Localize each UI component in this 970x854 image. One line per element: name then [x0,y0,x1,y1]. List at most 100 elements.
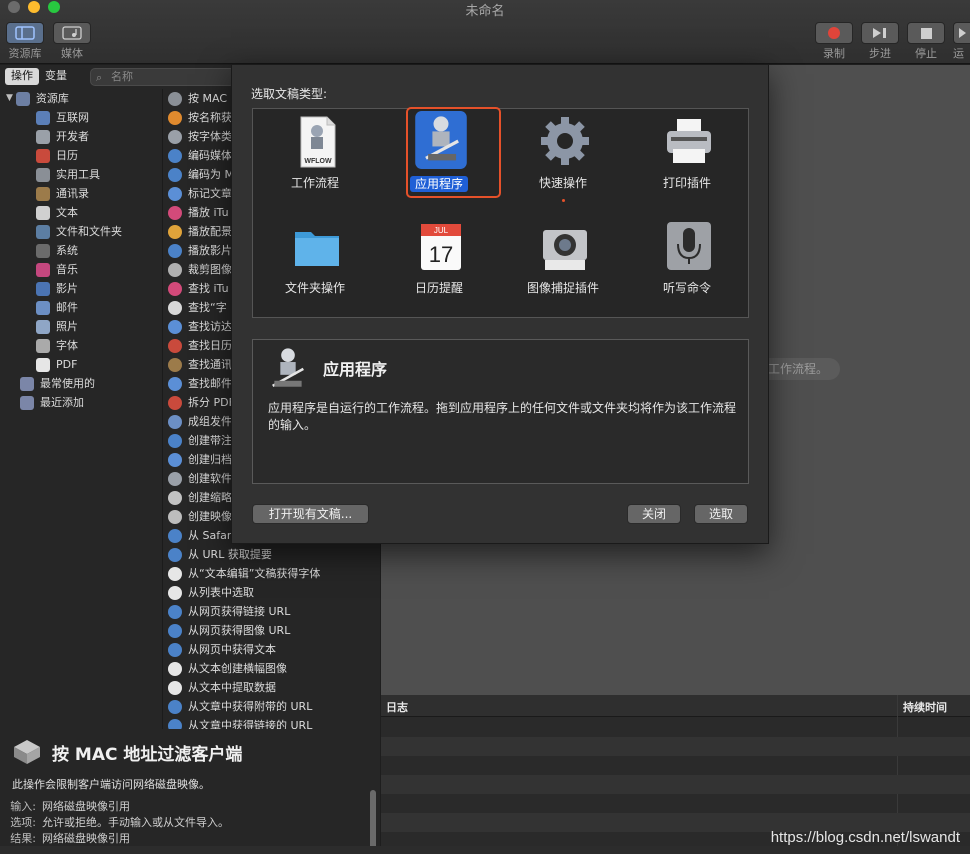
action-item[interactable]: 从文本创建横幅图像 [168,659,287,678]
field-key: 选项: [10,816,36,829]
printer-icon [667,119,711,163]
category-item[interactable]: 照片 [36,317,78,336]
category-label: 文本 [56,206,78,219]
category-item[interactable]: PDF [36,355,77,374]
type-calendar-alarm[interactable]: JUL 17 日历提醒 [377,214,501,318]
action-icon [168,661,182,676]
type-folder-action[interactable]: 文件夹操作 [253,214,377,318]
choose-button[interactable]: 选取 [694,504,748,524]
smart-folder-icon [20,395,34,410]
action-item[interactable]: 编码为 M [168,165,234,184]
action-item[interactable]: 成组发件 [168,412,232,431]
action-item[interactable]: 标记文章 [168,184,232,203]
action-item[interactable]: 编码媒体 [168,146,232,165]
action-item[interactable]: 创建归档 [168,450,232,469]
action-item[interactable]: 创建带注 [168,431,232,450]
category-item[interactable]: 影片 [36,279,78,298]
action-icon [168,338,182,353]
type-application[interactable]: 应用程序 [377,107,501,213]
action-item[interactable]: 按字体类 [168,127,232,146]
type-image-capture-plugin[interactable]: 图像捕捉插件 [501,214,625,318]
type-label: 图像捕捉插件 [526,281,599,295]
step-icon [873,28,886,38]
action-item[interactable]: 按 MAC [168,89,227,108]
category-item[interactable]: 文本 [36,203,78,222]
smart-group-recently-added[interactable]: 最近添加 [20,393,84,412]
category-item[interactable]: 实用工具 [36,165,100,184]
category-item[interactable]: 通讯录 [36,184,89,203]
action-item[interactable]: 播放 iTu [168,203,229,222]
action-item[interactable]: 播放配景 [168,222,232,241]
action-item[interactable]: 查找“字 [168,298,227,317]
type-dictation-command[interactable]: 听写命令 [625,214,749,318]
action-item[interactable]: 查找日历 [168,336,232,355]
action-item[interactable]: 创建映像 [168,507,232,526]
category-label: 照片 [56,320,78,333]
music-icon [36,262,50,277]
action-item[interactable]: 播放影片 [168,241,232,260]
close-button[interactable]: 关闭 [627,504,681,524]
action-item[interactable]: 从文本中提取数据 [168,678,276,697]
type-label: 快速操作 [538,176,587,190]
category-item[interactable]: 日历 [36,146,78,165]
action-item[interactable]: 从 Safar [168,526,231,545]
tab-actions[interactable]: 操作 [5,68,39,85]
library-scrollbar-thumb[interactable] [370,790,376,854]
action-item[interactable]: 从列表中选取 [168,583,254,602]
open-existing-document-button[interactable]: 打开现有文稿... [252,504,369,524]
action-item[interactable]: 创建缩略 [168,488,232,507]
action-label: 查找访达 [188,320,232,333]
type-quick-action[interactable]: 快速操作 [501,109,625,213]
log-column-header[interactable]: 日志 [386,699,408,715]
action-item[interactable]: 从网页获得链接 URL [168,602,290,621]
library-toolbar-button[interactable] [6,22,44,44]
action-item[interactable]: 按名称获 [168,108,232,127]
category-item[interactable]: 系统 [36,241,78,260]
run-icon [958,28,966,38]
action-item[interactable]: 查找 iTu [168,279,229,298]
action-item[interactable]: 从网页中获得文本 [168,640,276,659]
record-button[interactable] [815,22,853,44]
category-item[interactable]: 开发者 [36,127,89,146]
action-item[interactable]: 创建软件 [168,469,232,488]
type-workflow[interactable]: WFLOW 工作流程 [253,109,377,213]
category-item[interactable]: 字体 [36,336,78,355]
action-item[interactable]: 从“文本编辑”文稿获得字体 [168,564,320,583]
type-label: 工作流程 [290,176,339,190]
action-item[interactable]: 从文章中获得附带的 URL [168,697,312,716]
type-label: 文件夹操作 [284,281,345,295]
workflow-icon: WFLOW [300,116,336,168]
action-icon [168,243,182,258]
run-button[interactable] [953,22,970,44]
action-description-panel: 按 MAC 地址过滤客户端 此操作会限制客户端访问网络磁盘映像。 输入: 网络磁盘… [0,730,367,854]
action-item[interactable]: 查找通讯 [168,355,232,374]
action-item[interactable]: 从 URL 获取提要 [168,545,272,564]
action-item[interactable]: 查找访达 [168,317,232,336]
stop-button[interactable] [907,22,945,44]
media-icon [62,26,82,40]
category-label: 开发者 [56,130,89,143]
step-button[interactable] [861,22,899,44]
action-item[interactable]: 查找邮件 [168,374,232,393]
type-label: 日历提醒 [414,281,463,295]
action-item[interactable]: 裁剪图像 [168,260,232,279]
action-item[interactable]: 从网页获得图像 URL [168,621,290,640]
column-divider[interactable] [162,89,163,729]
action-icon [168,376,182,391]
type-print-plugin[interactable]: 打印插件 [625,109,749,213]
category-item[interactable]: 互联网 [36,108,89,127]
action-icon [168,680,182,695]
category-item[interactable]: 邮件 [36,298,78,317]
action-item[interactable]: 拆分 PDF [168,393,235,412]
duration-column-header[interactable]: 持续时间 [903,699,947,715]
library-root-item[interactable]: ▼ 资源库 [6,89,69,108]
folder-icon [295,232,339,266]
media-toolbar-button[interactable] [53,22,91,44]
tab-variables[interactable]: 变量 [39,68,73,85]
library-search-input[interactable]: ⌕ 名称 [90,68,235,86]
action-item[interactable]: 从文章中获得链接的 URL [168,716,312,729]
category-item[interactable]: 文件和文件夹 [36,222,122,241]
smart-group-most-used[interactable]: 最常使用的 [20,374,95,393]
window-title: 未命名 [465,4,505,19]
category-item[interactable]: 音乐 [36,260,78,279]
